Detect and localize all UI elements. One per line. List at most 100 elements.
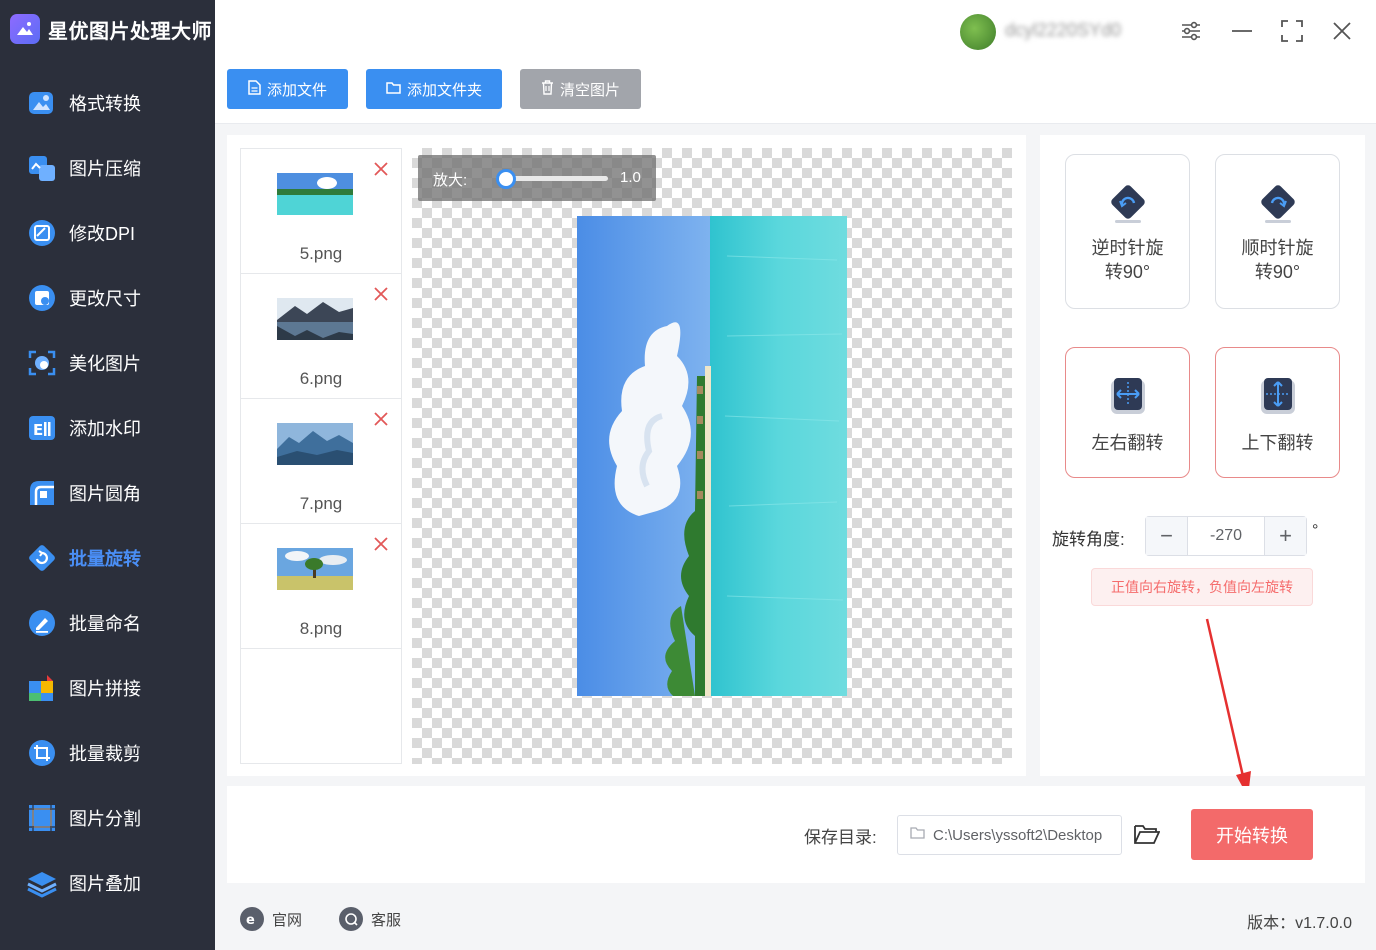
delete-file-icon[interactable] xyxy=(373,536,389,552)
file-item[interactable]: 7.png xyxy=(241,399,401,524)
rename-icon xyxy=(26,607,58,639)
flip-horizontal-button[interactable]: 左右翻转 xyxy=(1065,347,1190,478)
add-file-label: 添加文件 xyxy=(266,81,327,99)
zoom-slider-handle[interactable] xyxy=(496,169,516,189)
sidebar-item-label: 修改DPI xyxy=(69,223,136,244)
zoom-label: 放大: xyxy=(433,172,468,189)
sidebar-item-label: 批量裁剪 xyxy=(69,743,141,764)
version-label: 版本：v1.7.0.0 xyxy=(1247,915,1352,932)
puzzle-icon xyxy=(26,672,58,704)
sidebar-item-label: 图片压缩 xyxy=(69,158,141,179)
rotate-ccw-label: 逆时针旋 转90° xyxy=(1092,236,1164,284)
sidebar-item-batch-rename[interactable]: 批量命名 xyxy=(0,590,215,655)
rotation-angle-label: 旋转角度: xyxy=(1052,530,1125,549)
svg-text:e: e xyxy=(246,913,255,926)
file-thumbnail xyxy=(277,548,353,590)
beautify-icon xyxy=(26,347,58,379)
flip-horizontal-icon xyxy=(1107,376,1149,423)
sidebar-item-beautify[interactable]: 美化图片 xyxy=(0,330,215,395)
rotate-cw-line1: 顺时针旋 xyxy=(1241,238,1314,258)
sidebar-item-label: 批量命名 xyxy=(69,613,141,634)
file-item[interactable]: 5.png xyxy=(241,149,401,274)
minimize-icon[interactable] xyxy=(1229,18,1255,44)
flip-vertical-button[interactable]: 上下翻转 xyxy=(1215,347,1340,478)
zoom-slider-track[interactable] xyxy=(496,169,608,189)
save-directory-input[interactable]: C:\Users\yssoft2\Desktop xyxy=(897,815,1122,855)
sidebar-item-resize[interactable]: 更改尺寸 xyxy=(0,265,215,330)
clear-images-button[interactable]: 清空图片 xyxy=(520,69,641,109)
zoom-value: 1.0 xyxy=(620,169,641,186)
sidebar-item-label: 格式转换 xyxy=(69,93,141,114)
sidebar-item-dpi[interactable]: 修改DPI xyxy=(0,200,215,265)
rotate-ccw-line2: 转90° xyxy=(1104,262,1151,282)
sidebar-nav: 格式转换 图片压缩 修改DPI 更改尺寸 美化图片 E 添加水印 图片圆角 批量 xyxy=(0,70,215,915)
start-convert-button[interactable]: 开始转换 xyxy=(1191,809,1313,860)
watermark-icon: E xyxy=(26,412,58,444)
support-link-label: 客服 xyxy=(371,911,402,929)
rotation-angle-input[interactable]: -270 xyxy=(1187,517,1265,555)
sidebar-item-label: 美化图片 xyxy=(69,353,141,374)
maximize-icon[interactable] xyxy=(1279,18,1305,44)
add-folder-button[interactable]: 添加文件夹 xyxy=(366,69,502,109)
file-name: 5.png xyxy=(299,244,343,263)
rotate-ccw-90-button[interactable]: 逆时针旋 转90° xyxy=(1065,154,1190,309)
settings-sliders-icon[interactable] xyxy=(1178,18,1204,44)
brand: 星优图片处理大师 xyxy=(10,12,212,46)
flip-vertical-label: 上下翻转 xyxy=(1241,433,1314,453)
delete-file-icon[interactable] xyxy=(373,411,389,427)
rounded-corner-icon xyxy=(26,477,58,509)
sidebar-item-label: 图片叠加 xyxy=(69,873,141,894)
rotate-icon xyxy=(26,542,58,574)
avatar[interactable] xyxy=(960,14,996,50)
image-compress-icon xyxy=(26,152,58,184)
file-name: 6.png xyxy=(299,369,343,388)
file-thumbnail xyxy=(277,298,353,340)
split-icon xyxy=(26,802,58,834)
svg-text:E: E xyxy=(33,421,43,439)
sidebar-item-batch-crop[interactable]: 批量裁剪 xyxy=(0,720,215,785)
dpi-icon xyxy=(26,217,58,249)
sidebar-item-watermark[interactable]: E 添加水印 xyxy=(0,395,215,460)
sidebar-item-split[interactable]: 图片分割 xyxy=(0,785,215,850)
sidebar-item-puzzle[interactable]: 图片拼接 xyxy=(0,655,215,720)
sidebar-item-label: 添加水印 xyxy=(69,418,141,439)
rotate-cw-label: 顺时针旋转90° xyxy=(1242,236,1314,284)
delete-file-icon[interactable] xyxy=(373,286,389,302)
preview-image xyxy=(577,216,847,696)
rotate-cw-icon xyxy=(1257,183,1299,230)
degree-unit: ° xyxy=(1312,522,1319,539)
rotate-cw-line2: 转90° xyxy=(1254,262,1301,282)
flip-vertical-icon xyxy=(1257,376,1299,423)
file-list: 5.png 6.png 7.png 8.png xyxy=(240,148,402,764)
layers-icon xyxy=(26,867,58,899)
toolbar: 添加文件 添加文件夹 清空图片 xyxy=(215,62,1376,124)
add-file-button[interactable]: 添加文件 xyxy=(227,69,348,109)
website-link[interactable]: e 官网 xyxy=(240,907,302,931)
clear-images-label: 清空图片 xyxy=(559,81,620,99)
sidebar-item-format-convert[interactable]: 格式转换 xyxy=(0,70,215,135)
folder-icon xyxy=(386,81,401,98)
file-name: 8.png xyxy=(299,619,343,638)
sidebar: 星优图片处理大师 格式转换 图片压缩 修改DPI 更改尺寸 美化图片 E 添加水… xyxy=(0,0,215,950)
add-folder-label: 添加文件夹 xyxy=(406,81,482,99)
rotation-hint: 正值向右旋转，负值向左旋转 xyxy=(1091,568,1313,606)
sidebar-item-overlay[interactable]: 图片叠加 xyxy=(0,850,215,915)
file-item[interactable]: 6.png xyxy=(241,274,401,399)
file-name: 7.png xyxy=(299,494,343,513)
sidebar-item-label: 批量旋转 xyxy=(69,548,141,569)
support-link[interactable]: 客服 xyxy=(339,907,401,931)
ie-browser-icon: e xyxy=(240,907,264,931)
sidebar-item-compress[interactable]: 图片压缩 xyxy=(0,135,215,200)
username: dcyl2220SYd0 xyxy=(1005,20,1122,40)
increment-button[interactable]: + xyxy=(1265,517,1306,555)
sidebar-item-rounded-corner[interactable]: 图片圆角 xyxy=(0,460,215,525)
file-item[interactable]: 8.png xyxy=(241,524,401,649)
decrement-button[interactable]: − xyxy=(1146,517,1187,555)
rotate-cw-90-button[interactable]: 顺时针旋转90° xyxy=(1215,154,1340,309)
resize-icon xyxy=(26,282,58,314)
browse-folder-icon[interactable] xyxy=(1133,820,1161,848)
close-icon[interactable] xyxy=(1329,18,1355,44)
delete-file-icon[interactable] xyxy=(373,161,389,177)
app-logo-icon xyxy=(10,14,40,44)
sidebar-item-batch-rotate[interactable]: 批量旋转 xyxy=(0,525,215,590)
